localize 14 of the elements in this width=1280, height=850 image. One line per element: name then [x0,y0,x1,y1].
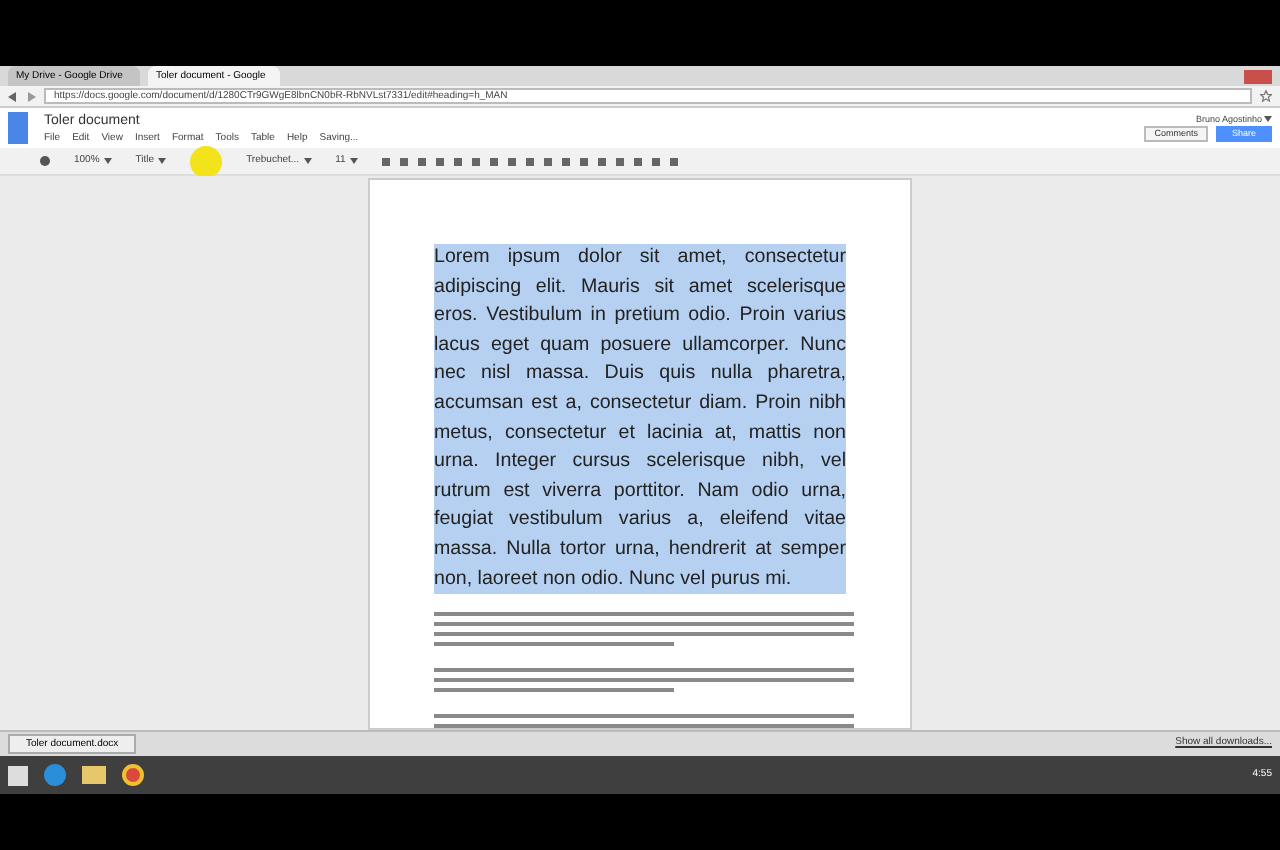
star-icon[interactable] [1260,90,1272,102]
caret-icon [103,158,112,164]
print-icon[interactable] [40,156,50,166]
document-paragraph: Lorem ipsum dolor sit amet, consectetur adipiscing elit. Mauris sit amet scelerisque eros. Vestibulum in pretium odio. Proin varius lacus eget quam posuere ullamcorper. Nunc nec nisl massa. Duis quis nulla pharetra, accumsan est a, consectetur diam. Proin nibh metus, consectetur et lacinia at, mattis non urna. Integer cursus scelerisque nibh, vel rutrum est viverra porttitor. Nam odio urna, feugiat vestibulum varius a, eleifend vitae massa. Nulla tortor urna, hendrerit at semper non, laoreet non odio. Nunc vel purus mi. [434,244,846,595]
browser-taskbar-icon[interactable] [44,764,66,786]
caret-icon [1264,116,1272,122]
caret-icon [158,158,167,164]
cursor-highlight-icon [190,145,223,177]
formatting-icons-drawing[interactable] [381,157,682,165]
close-icon[interactable] [1244,69,1272,83]
back-icon[interactable] [8,91,18,101]
forward-icon[interactable] [26,91,36,101]
caret-icon [349,158,358,164]
caret-icon [303,158,312,164]
